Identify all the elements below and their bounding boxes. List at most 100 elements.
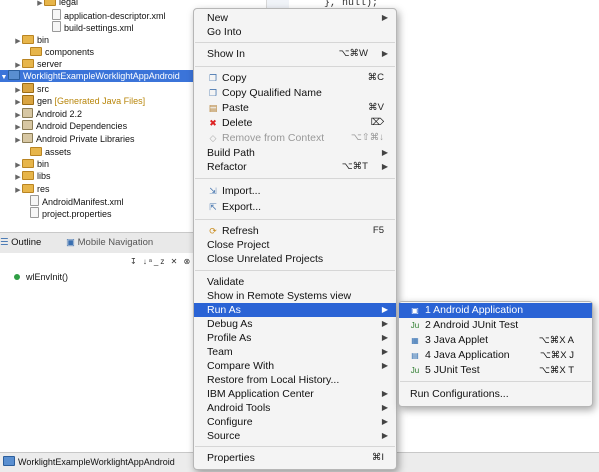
tree-item-res[interactable]: ▶ res — [14, 183, 50, 195]
tree-item-server[interactable]: ▶ server — [14, 58, 62, 70]
expand-arrow-icon[interactable]: ▶ — [14, 36, 22, 48]
java-applet-icon: ▦ — [411, 336, 419, 345]
generated-files-decoration: [Generated Java Files] — [54, 96, 146, 106]
menu-item-run-as[interactable]: Run As ▶ — [194, 303, 396, 317]
remove-from-context-icon: ◇ — [209, 133, 217, 143]
submenu-item-run-configurations[interactable]: Run Configurations... — [399, 387, 592, 402]
menu-item-show-in[interactable]: Show In ⌥⌘W ▶ — [194, 47, 396, 61]
submenu-item-java-application[interactable]: ▤ 4 Java Application ⌥⌘X J — [399, 348, 592, 363]
menu-item-source[interactable]: Source ▶ — [194, 429, 396, 443]
expand-arrow-icon[interactable]: ▶ — [14, 135, 22, 147]
menu-item-close-unrelated-projects[interactable]: Close Unrelated Projects — [194, 252, 396, 266]
tree-item-project-selected[interactable]: ▼ WorklightExampleWorklightAppAndroid — [0, 70, 196, 82]
properties-file-icon — [30, 207, 39, 218]
library-icon — [22, 108, 33, 118]
menu-item-profile-as[interactable]: Profile As ▶ — [194, 331, 396, 345]
tree-item-components[interactable]: components — [22, 46, 94, 58]
tree-item-legal[interactable]: ▶ legal — [36, 0, 78, 8]
menu-item-go-into[interactable]: Go Into — [194, 25, 396, 39]
android-project-icon — [8, 70, 20, 80]
source-folder-icon — [22, 83, 34, 93]
android-project-icon — [3, 456, 15, 466]
library-icon — [22, 120, 33, 130]
menu-item-export[interactable]: ⇱ Export... — [194, 200, 396, 214]
menu-separator — [195, 66, 395, 67]
tree-item-gen[interactable]: ▶ gen [Generated Java Files] — [14, 95, 145, 107]
folder-icon — [22, 184, 34, 193]
delete-icon: ✖ — [209, 118, 217, 128]
menu-separator — [195, 42, 395, 43]
xml-file-icon — [52, 21, 61, 32]
folder-icon — [22, 35, 34, 44]
tree-item-bin-2[interactable]: ▶ bin — [14, 158, 49, 170]
folder-icon — [22, 171, 34, 180]
menu-item-properties[interactable]: Properties ⌘I — [194, 451, 396, 465]
tree-item-application-descriptor[interactable]: application-descriptor.xml — [44, 9, 166, 21]
submenu-item-android-junit-test[interactable]: Ju 2 Android JUnit Test — [399, 318, 592, 333]
tree-item-android-manifest[interactable]: AndroidManifest.xml — [22, 195, 124, 207]
tab-outline[interactable]: ☰ Outline — [0, 236, 41, 250]
menu-item-debug-as[interactable]: Debug As ▶ — [194, 317, 396, 331]
tree-item-libs[interactable]: ▶ libs — [14, 170, 51, 182]
submenu-item-java-applet[interactable]: ▦ 3 Java Applet ⌥⌘X A — [399, 333, 592, 348]
menu-item-restore-from-local-history[interactable]: Restore from Local History... — [194, 373, 396, 387]
menu-item-android-tools[interactable]: Android Tools ▶ — [194, 401, 396, 415]
submenu-arrow-icon: ▶ — [381, 333, 388, 342]
menu-item-copy-qualified-name[interactable]: ❐ Copy Qualified Name — [194, 86, 396, 100]
tree-item-assets[interactable]: assets — [22, 146, 71, 158]
tree-item-src[interactable]: ▶ src — [14, 83, 49, 95]
submenu-arrow-icon: ▶ — [381, 319, 388, 328]
submenu-arrow-icon: ▶ — [381, 361, 388, 370]
mobile-navigation-icon: ▣ — [66, 237, 75, 248]
menu-item-refresh[interactable]: ⟳ Refresh F5 — [194, 224, 396, 238]
menu-separator — [195, 178, 395, 179]
menu-separator — [195, 446, 395, 447]
tree-item-android-2-2[interactable]: ▶ Android 2.2 — [14, 108, 82, 120]
paste-icon: ▤ — [208, 103, 218, 113]
submenu-item-android-application[interactable]: ▣ 1 Android Application — [399, 303, 592, 318]
expand-arrow-icon[interactable]: ▶ — [36, 0, 44, 10]
menu-item-new[interactable]: New ▶ — [194, 11, 396, 25]
submenu-arrow-icon: ▶ — [381, 13, 388, 22]
menu-item-close-project[interactable]: Close Project — [194, 238, 396, 252]
source-folder-icon — [22, 95, 34, 105]
menu-item-compare-with[interactable]: Compare With ▶ — [194, 359, 396, 373]
junit-icon: Ju — [410, 321, 420, 330]
submenu-arrow-icon: ▶ — [381, 305, 388, 314]
library-icon — [22, 133, 33, 143]
junit-icon: Ju — [410, 366, 420, 375]
tree-item-build-settings[interactable]: build-settings.xml — [44, 21, 134, 33]
refresh-icon: ⟳ — [209, 226, 217, 236]
menu-item-build-path[interactable]: Build Path ▶ — [194, 146, 396, 160]
collapse-arrow-icon[interactable]: ▼ — [0, 72, 8, 84]
menu-item-configure[interactable]: Configure ▶ — [194, 415, 396, 429]
submenu-arrow-icon: ▶ — [381, 431, 388, 440]
tree-item-android-dependencies[interactable]: ▶ Android Dependencies — [14, 120, 127, 132]
outline-item-wlenvinit[interactable]: wlEnvInit() — [14, 272, 68, 282]
menu-item-remove-from-context[interactable]: ◇ Remove from Context ⌥⇧⌘↓ — [194, 131, 396, 145]
menu-item-team[interactable]: Team ▶ — [194, 345, 396, 359]
menu-item-refactor[interactable]: Refactor ⌥⌘T ▶ — [194, 160, 396, 174]
submenu-arrow-icon: ▶ — [381, 162, 388, 171]
tree-item-bin[interactable]: ▶ bin — [14, 34, 49, 46]
tab-mobile-navigation[interactable]: ▣ Mobile Navigation — [66, 236, 153, 250]
menu-item-import[interactable]: ⇲ Import... — [194, 184, 396, 198]
folder-icon — [22, 59, 34, 68]
submenu-arrow-icon: ▶ — [381, 148, 388, 157]
folder-icon — [44, 0, 56, 6]
menu-item-validate[interactable]: Validate — [194, 275, 396, 289]
folder-icon — [30, 47, 42, 56]
tree-item-project-properties[interactable]: project.properties — [22, 207, 112, 219]
expand-arrow-icon[interactable]: ▶ — [14, 185, 22, 197]
menu-item-copy[interactable]: ❐ Copy ⌘C — [194, 71, 396, 85]
menu-item-ibm-application-center[interactable]: IBM Application Center ▶ — [194, 387, 396, 401]
tree-item-android-private-libraries[interactable]: ▶ Android Private Libraries — [14, 133, 135, 145]
menu-separator — [195, 270, 395, 271]
menu-item-delete[interactable]: ✖ Delete ⌦ — [194, 116, 396, 130]
run-as-submenu: ▣ 1 Android Application Ju 2 Android JUnit… — [398, 301, 593, 407]
submenu-item-junit-test[interactable]: Ju 5 JUnit Test ⌥⌘X T — [399, 363, 592, 378]
outline-icon: ☰ — [0, 237, 9, 248]
menu-item-show-in-remote-systems[interactable]: Show in Remote Systems view — [194, 289, 396, 303]
menu-separator — [195, 219, 395, 220]
menu-item-paste[interactable]: ▤ Paste ⌘V — [194, 101, 396, 115]
